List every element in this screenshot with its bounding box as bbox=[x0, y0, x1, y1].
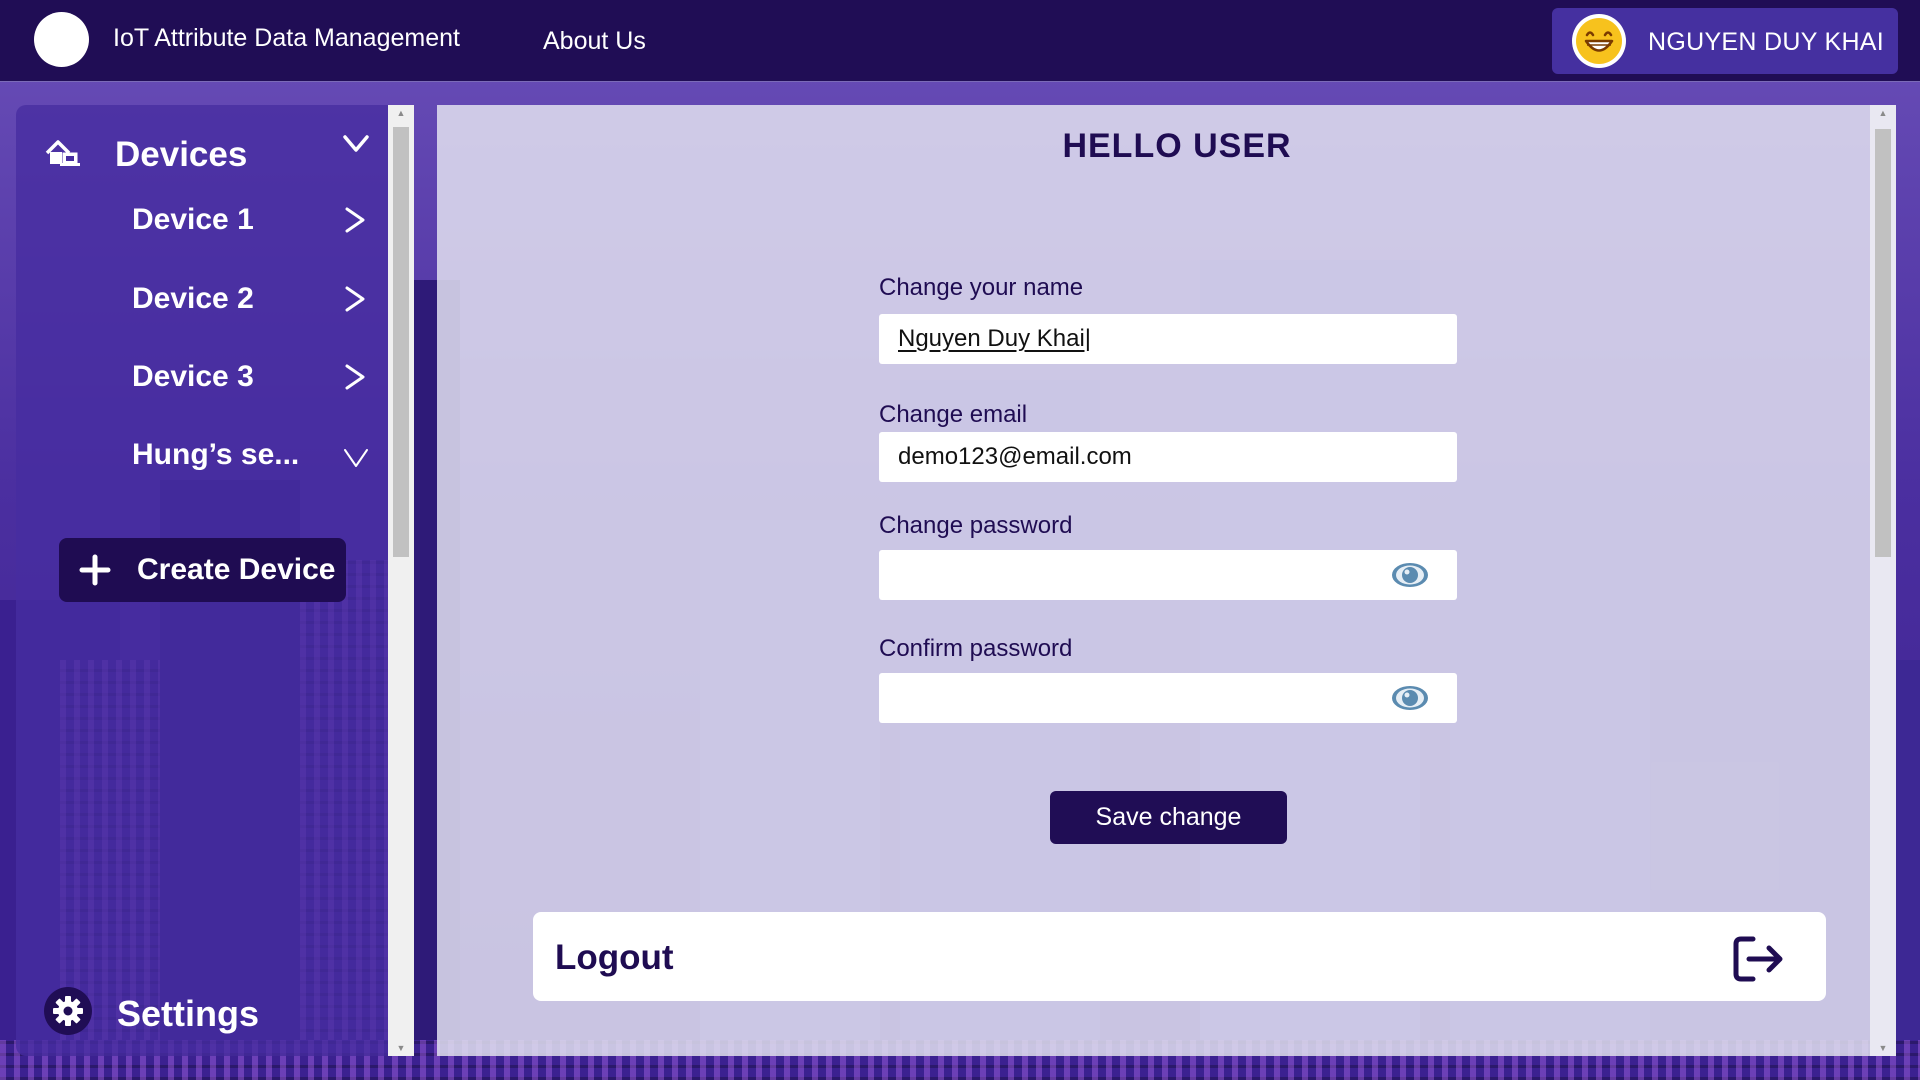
gear-icon[interactable] bbox=[44, 987, 92, 1035]
confirm-password-label: Confirm password bbox=[879, 635, 1073, 662]
sidebar-scrollbar[interactable]: ▲ ▼ bbox=[388, 105, 414, 1056]
create-device-button[interactable]: Create Device bbox=[59, 538, 346, 602]
page-title: HELLO USER bbox=[1062, 127, 1292, 165]
smiley-face-icon bbox=[1572, 14, 1626, 68]
scroll-up-arrow-icon[interactable]: ▲ bbox=[1870, 105, 1896, 121]
main-scrollbar[interactable]: ▲ ▼ bbox=[1870, 105, 1896, 1056]
sidebar-item-device-2[interactable]: Device 2 bbox=[132, 282, 372, 316]
name-input[interactable] bbox=[879, 314, 1457, 364]
name-label: Change your name bbox=[879, 274, 1084, 301]
app-title: IoT Attribute Data Management bbox=[113, 24, 460, 52]
sidebar-item-device-3[interactable]: Device 3 bbox=[132, 360, 372, 394]
email-label: Change email bbox=[879, 401, 1028, 428]
create-device-label: Create Device bbox=[137, 553, 336, 586]
eye-icon[interactable] bbox=[1390, 683, 1430, 713]
nav-about-us-link[interactable]: About Us bbox=[543, 27, 646, 56]
sidebar-scroll-thumb[interactable] bbox=[393, 127, 409, 557]
confirm-password-input[interactable] bbox=[879, 673, 1457, 723]
devices-house-icon bbox=[44, 137, 82, 176]
eye-icon[interactable] bbox=[1390, 560, 1430, 590]
scroll-up-arrow-icon[interactable]: ▲ bbox=[388, 105, 414, 121]
logout-button[interactable]: Logout bbox=[533, 912, 1826, 1001]
chevron-right-icon[interactable] bbox=[342, 362, 368, 397]
chevron-down-icon[interactable] bbox=[342, 446, 370, 475]
logout-label: Logout bbox=[555, 938, 674, 977]
chevron-down-icon[interactable] bbox=[342, 133, 370, 160]
sidebar-heading-devices[interactable]: Devices bbox=[115, 135, 247, 175]
user-name: NGUYEN DUY KHAI bbox=[1648, 28, 1885, 56]
plus-icon bbox=[79, 554, 111, 594]
sidebar-item-device-1[interactable]: Device 1 bbox=[132, 203, 372, 237]
save-change-button[interactable]: Save change bbox=[1050, 791, 1287, 844]
scroll-down-arrow-icon[interactable]: ▼ bbox=[1870, 1040, 1896, 1056]
app-logo[interactable] bbox=[34, 12, 89, 67]
settings-link[interactable]: Settings bbox=[117, 993, 259, 1035]
chevron-right-icon[interactable] bbox=[342, 205, 368, 240]
sidebar-item-hungs-sensor[interactable]: Hung’s se... bbox=[132, 438, 372, 472]
top-navbar: IoT Attribute Data Management About Us N… bbox=[0, 0, 1920, 82]
password-label: Change password bbox=[879, 512, 1073, 539]
user-profile-button[interactable]: NGUYEN DUY KHAI bbox=[1552, 8, 1898, 74]
main-scroll-thumb[interactable] bbox=[1875, 129, 1891, 557]
email-input[interactable] bbox=[879, 432, 1457, 482]
chevron-right-icon[interactable] bbox=[342, 284, 368, 319]
logout-arrow-icon bbox=[1731, 935, 1787, 988]
password-input[interactable] bbox=[879, 550, 1457, 600]
profile-panel: HELLO USER Change your name Change email… bbox=[437, 105, 1883, 1056]
sidebar: Devices Device 1 Device 2 Device 3 Hung’… bbox=[16, 105, 388, 1056]
scroll-down-arrow-icon[interactable]: ▼ bbox=[388, 1040, 414, 1056]
